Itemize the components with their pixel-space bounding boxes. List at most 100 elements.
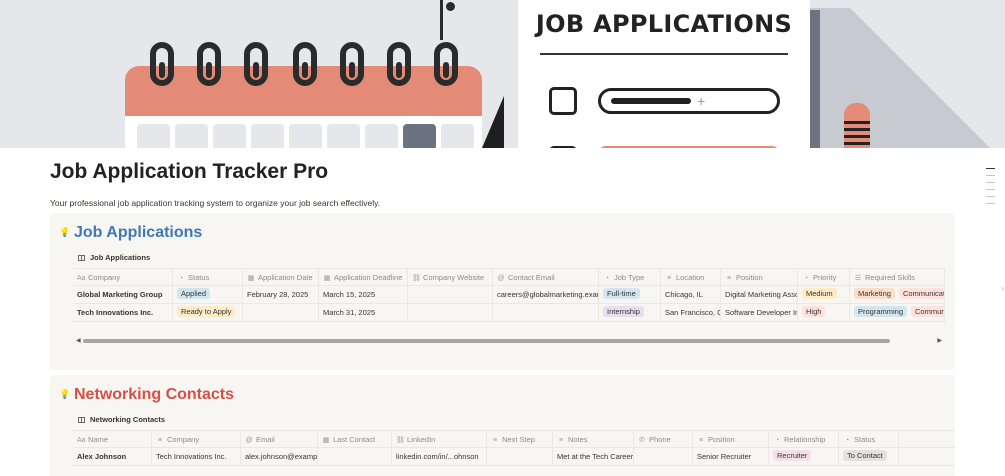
page-description: Your professional job application tracki…	[50, 198, 381, 208]
column-type-icon: ◔	[844, 437, 850, 444]
table-row[interactable]: Alex Johnson Tech Innovations Inc. alex.jo…	[73, 448, 955, 466]
database-title[interactable]: Job Applications	[78, 253, 150, 262]
column-header[interactable]: ☰ Required Skills	[850, 269, 945, 285]
table-cell[interactable]: Digital Marketing Associate	[721, 286, 798, 303]
job-applications-table: Aa Company ◔ Status ▦ Application Date ▦ Applic…	[73, 268, 945, 322]
calendar-ring-icon	[244, 42, 268, 86]
column-type-icon: ≡	[698, 437, 704, 444]
database-title[interactable]: Networking Contacts	[78, 415, 165, 424]
column-type-icon: ▦	[247, 275, 255, 282]
table-cell[interactable]: Tech Innovations Inc.	[73, 304, 173, 321]
table-row[interactable]: Global Marketing Group Applied February 28…	[73, 286, 945, 304]
column-header[interactable]: ≡ Company	[152, 431, 241, 447]
column-type-icon: @	[245, 437, 253, 444]
table-cell[interactable]	[487, 448, 553, 465]
checkbox-icon	[549, 146, 577, 148]
table-cell[interactable]: To Contact	[839, 448, 899, 465]
flag-knob	[446, 2, 455, 11]
horizontal-scrollbar[interactable]: ◀ ▶	[73, 336, 945, 346]
table-cell[interactable]	[408, 304, 493, 321]
table-cell[interactable]: Full-time	[599, 286, 661, 303]
column-header-label: Priority	[813, 273, 837, 282]
table-cell[interactable]: careers@globalmarketing.example	[493, 286, 599, 303]
column-header[interactable]: @ Email	[241, 431, 318, 447]
column-header[interactable]: Aa Name	[73, 431, 152, 447]
chevron-right-icon[interactable]: ›	[1001, 284, 1004, 293]
table-cell[interactable]: Recruiter	[769, 448, 839, 465]
caret-right-icon[interactable]: ▶	[937, 337, 942, 344]
column-header[interactable]: ≡ Position	[721, 269, 798, 285]
column-header[interactable]: ≡ Position	[693, 431, 769, 447]
column-type-icon: ✆	[639, 437, 645, 444]
table-cell[interactable]: Met at the Tech Career Fair	[553, 448, 634, 465]
column-header[interactable]: ≡ Location	[661, 269, 721, 285]
column-header[interactable]: ◔ Relationship	[769, 431, 839, 447]
column-header[interactable]: @ Contact Email	[493, 269, 599, 285]
table-cell[interactable]: linkedin.com/in/...ohnson	[392, 448, 487, 465]
column-header[interactable]: ⛓ Company Website	[408, 269, 493, 285]
column-type-icon: ≡	[558, 437, 564, 444]
table-cell[interactable]: Medium	[798, 286, 850, 303]
tag: Programming	[854, 306, 908, 317]
calendar-ring-icon	[293, 42, 317, 86]
tag: High	[802, 306, 826, 317]
table-cell[interactable]	[493, 304, 599, 321]
column-header[interactable]: ▦ Application Deadline	[319, 269, 408, 285]
column-header-label: Notes	[568, 435, 588, 444]
column-header[interactable]: ≡ Notes	[553, 431, 634, 447]
networking-contacts-callout: 💡 Networking Contacts Networking Contact…	[50, 375, 955, 476]
column-type-icon: ⛓	[412, 275, 421, 282]
caret-left-icon[interactable]: ◀	[76, 337, 81, 344]
column-header[interactable]: ▦ Last Contact	[318, 431, 392, 447]
table-cell[interactable]: Internship	[599, 304, 661, 321]
calendar-ring-icon	[197, 42, 221, 86]
table-cell[interactable]: ProgrammingCommunication	[850, 304, 945, 321]
table-cell[interactable]: Global Marketing Group	[73, 286, 173, 303]
table-row[interactable]: Tech Innovations Inc. Ready to Apply March…	[73, 304, 945, 322]
table-icon	[78, 254, 85, 261]
column-header-label: Position	[736, 273, 763, 282]
column-header-label: Application Date	[258, 273, 313, 282]
networking-contacts-table: Aa Name ≡ Company @ Email ▦ Last Contact ⛓ Linked…	[73, 430, 955, 466]
scrollbar-thumb[interactable]	[83, 339, 890, 343]
column-header[interactable]: ◔ Status	[173, 269, 243, 285]
table-cell[interactable]	[408, 286, 493, 303]
column-header-label: Relationship	[784, 435, 826, 444]
table-cell[interactable]: February 28, 2025	[243, 286, 319, 303]
table-cell[interactable]: March 15, 2025	[319, 286, 408, 303]
column-header[interactable]: ✆ Phone	[634, 431, 693, 447]
table-cell[interactable]: Chicago, IL	[661, 286, 721, 303]
column-header[interactable]: ⛓ LinkedIn	[392, 431, 487, 447]
table-cell[interactable]: Senior Recruiter	[693, 448, 769, 465]
column-header[interactable]: ◔ Priority	[798, 269, 850, 285]
column-header-label: Contact Email	[508, 273, 555, 282]
table-cell[interactable]	[634, 448, 693, 465]
document-illustration: JOB APPLICATIONS +	[518, 0, 810, 148]
tag: Full-time	[603, 288, 640, 299]
table-cell[interactable]: High	[798, 304, 850, 321]
table-cell[interactable]: Ready to Apply	[173, 304, 243, 321]
page-title: Job Application Tracker Pro	[50, 160, 329, 183]
table-cell[interactable]: March 31, 2025	[319, 304, 408, 321]
table-of-contents-strip[interactable]	[986, 168, 995, 210]
column-type-icon: ≡	[157, 437, 163, 444]
table-header-row: Aa Company ◔ Status ▦ Application Date ▦ Applic…	[73, 268, 945, 286]
column-header[interactable]: ≡ Next Step	[487, 431, 553, 447]
table-cell[interactable]: alex.johnson@example.com	[241, 448, 318, 465]
table-cell[interactable]	[243, 304, 319, 321]
table-cell[interactable]: San Francisco, CA	[661, 304, 721, 321]
column-header[interactable]: ◔ Status	[839, 431, 899, 447]
table-cell[interactable]	[318, 448, 392, 465]
table-cell[interactable]: Applied	[173, 286, 243, 303]
column-header[interactable]: Aa Company	[73, 269, 173, 285]
table-cell[interactable]: MarketingCommunication	[850, 286, 945, 303]
column-header-label: Last Contact	[333, 435, 376, 444]
table-cell[interactable]: Tech Innovations Inc.	[152, 448, 241, 465]
column-header[interactable]: ◔ Job Type	[599, 269, 661, 285]
column-header[interactable]: ▦ Application Date	[243, 269, 319, 285]
section-heading-job-applications: Job Applications	[74, 224, 203, 241]
checkbox-icon	[549, 87, 577, 115]
table-cell[interactable]: Software Developer Intern	[721, 304, 798, 321]
lightbulb-icon: 💡	[59, 389, 71, 399]
table-cell[interactable]: Alex Johnson	[73, 448, 152, 465]
